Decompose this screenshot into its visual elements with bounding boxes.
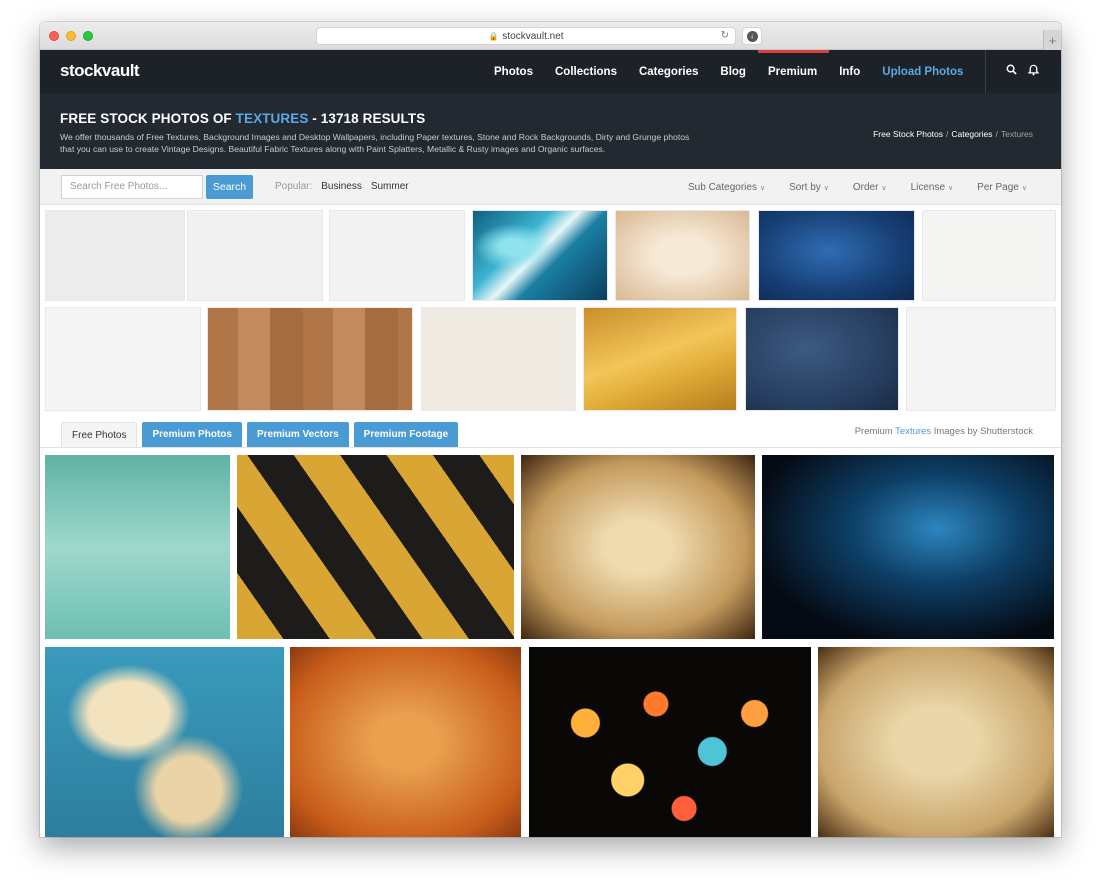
filter-label: Per Page (977, 181, 1019, 193)
credit-category-link[interactable]: Textures (895, 426, 931, 437)
filter-license[interactable]: License ∨ (911, 182, 954, 193)
thumb-off-white-paper[interactable] (922, 210, 1056, 301)
thumb-light-gray-texture[interactable] (187, 210, 323, 301)
tab-premium-photos[interactable]: Premium Photos (142, 422, 242, 447)
search-filter-bar: Search Free Photos... Search Popular: Bu… (40, 169, 1061, 205)
url-text: stockvault.net (502, 30, 564, 42)
category-description: We offer thousands of Free Textures, Bac… (60, 132, 690, 154)
filter-label: Sort by (789, 181, 821, 193)
address-bar[interactable]: 🔒 stockvault.net ↻ (316, 27, 736, 45)
credit-suffix: Images by Shutterstock (931, 426, 1033, 437)
download-icon: ↓ (746, 30, 758, 42)
nav-blog[interactable]: Blog (720, 50, 746, 93)
thumb-dark-blue-grunge-wall[interactable] (758, 210, 915, 301)
thumb-beige-vintage-paper[interactable] (615, 210, 750, 301)
title-category: TEXTURES (235, 111, 309, 126)
nav-divider (985, 50, 986, 93)
premium-photo-grunge-sky-clouds[interactable] (45, 647, 284, 837)
thumb-white-paper-texture[interactable] (45, 210, 185, 301)
nav-collections[interactable]: Collections (555, 50, 617, 93)
thumb-navy-concrete-texture[interactable] (745, 307, 899, 411)
new-tab-button[interactable]: + (1043, 30, 1061, 50)
tabs-divider (40, 447, 1061, 448)
breadcrumb-separator: / (946, 129, 949, 139)
filter-label: License (910, 181, 946, 193)
premium-photo-bokeh-lights[interactable] (529, 647, 811, 837)
thumb-wood-planks-texture[interactable] (207, 307, 413, 411)
filter-label: Order (852, 181, 879, 193)
premium-photo-blue-smoke-on-black[interactable] (762, 455, 1054, 639)
reload-icon[interactable]: ↻ (721, 30, 729, 41)
maximize-window-button[interactable] (83, 31, 93, 41)
premium-photo-grunge-old-paper[interactable] (818, 647, 1054, 837)
browser-toolbar: 🔒 stockvault.net ↻ ↓ + (40, 22, 1061, 50)
tab-premium-footage[interactable]: Premium Footage (353, 422, 459, 447)
shutterstock-credit: Premium Textures Images by Shutterstock (855, 426, 1033, 437)
breadcrumb-categories[interactable]: Categories (951, 129, 992, 139)
browser-window: 🔒 stockvault.net ↻ ↓ + stockvault Photos… (40, 22, 1061, 837)
chevron-down-icon: ∨ (759, 184, 766, 192)
main-nav: Photos Collections Categories Blog Premi… (494, 50, 985, 93)
breadcrumb-home[interactable]: Free Stock Photos (873, 129, 943, 139)
premium-photo-yellow-black-hazard-stripes[interactable] (237, 455, 514, 639)
premium-photo-grunge-parchment-frame[interactable] (521, 455, 755, 639)
page-title: FREE STOCK PHOTOS OF TEXTURES - 13718 RE… (60, 111, 1041, 126)
filter-per-page[interactable]: Per Page ∨ (977, 182, 1027, 193)
downloads-button[interactable]: ↓ (742, 27, 762, 45)
nav-upload-photos[interactable]: Upload Photos (882, 50, 963, 93)
photo-type-tabs: Free Photos Premium Photos Premium Vecto… (61, 422, 459, 447)
popular-label: Popular: (275, 181, 313, 192)
filter-label: Sub Categories (688, 181, 757, 193)
stockvault-logo[interactable]: stockvault (60, 61, 140, 81)
breadcrumb-separator: / (995, 129, 998, 139)
popular-tag-summer[interactable]: Summer (371, 181, 409, 192)
bell-icon[interactable] (1027, 64, 1040, 79)
title-prefix: FREE STOCK PHOTOS OF (60, 111, 236, 126)
premium-photo-orange-grunge-texture[interactable] (290, 647, 521, 837)
chevron-down-icon: ∨ (948, 184, 954, 192)
search-input[interactable]: Search Free Photos... (61, 174, 203, 199)
tab-free-photos[interactable]: Free Photos (61, 422, 138, 447)
nav-premium[interactable]: Premium (757, 50, 830, 93)
thumb-blue-marble-fluid-art[interactable] (472, 210, 608, 301)
site-navbar: stockvault Photos Collections Categories… (40, 50, 1061, 93)
chevron-down-icon: ∨ (823, 184, 829, 192)
tab-premium-vectors[interactable]: Premium Vectors (246, 422, 349, 447)
thumb-white-plaster-texture[interactable] (45, 307, 201, 411)
credit-prefix: Premium (854, 426, 896, 437)
nav-photos[interactable]: Photos (494, 50, 533, 93)
nav-categories[interactable]: Categories (639, 50, 698, 93)
breadcrumb: Free Stock Photos / Categories / Textures (873, 129, 1033, 139)
chevron-down-icon: ∨ (881, 184, 887, 192)
title-results: - 13718 RESULTS (308, 111, 426, 126)
window-controls (49, 31, 93, 41)
thumb-white-speckled-texture[interactable] (329, 210, 465, 301)
popular-tag-business[interactable]: Business (321, 181, 362, 192)
chevron-down-icon: ∨ (1021, 184, 1027, 192)
filter-sort-by[interactable]: Sort by ∨ (789, 182, 829, 193)
thumb-cream-paper-texture[interactable] (421, 307, 576, 411)
breadcrumb-current: Textures (1000, 129, 1033, 139)
category-header: FREE STOCK PHOTOS OF TEXTURES - 13718 RE… (40, 93, 1061, 169)
thumb-white-linen-texture[interactable] (906, 307, 1056, 411)
close-window-button[interactable] (49, 31, 59, 41)
nav-info[interactable]: Info (839, 50, 860, 93)
thumb-gold-foil-texture[interactable] (583, 307, 737, 411)
premium-photo-tree-reflection-teal[interactable] (45, 455, 230, 639)
search-button[interactable]: Search (206, 174, 253, 199)
minimize-window-button[interactable] (66, 31, 76, 41)
filter-dropdowns: Sub Categories ∨ Sort by ∨ Order ∨ License ∨… (664, 169, 1027, 205)
filter-sub-categories[interactable]: Sub Categories ∨ (688, 182, 765, 193)
filter-order[interactable]: Order ∨ (853, 182, 887, 193)
search-icon[interactable] (1006, 64, 1017, 78)
lock-icon: 🔒 (488, 31, 499, 41)
